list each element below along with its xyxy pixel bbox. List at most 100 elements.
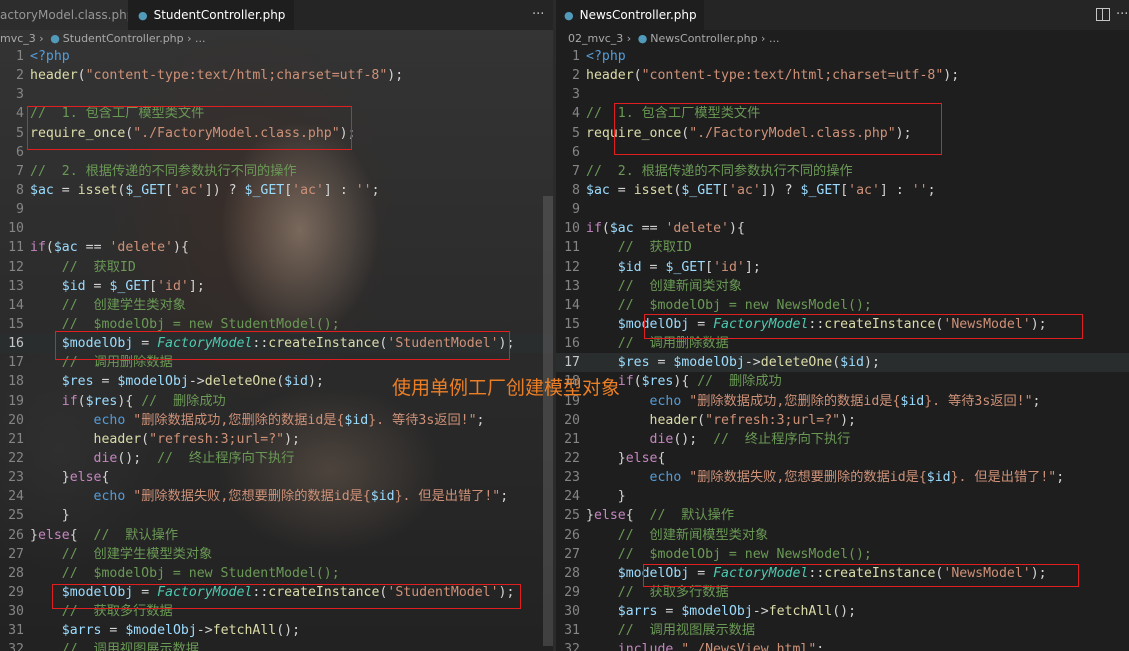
code-line[interactable]: 9	[556, 200, 1129, 219]
tab-factorymodel[interactable]: actoryModel.class.php	[0, 0, 128, 30]
code-line[interactable]: 17 $res = $modelObj->deleteOne($id);	[556, 353, 1129, 373]
code-line[interactable]: 16 // 调用删除数据	[556, 334, 1129, 353]
code-line[interactable]: 5 require_once("./FactoryModel.class.php"…	[556, 124, 1129, 143]
code-line[interactable]: 30 // 获取多行数据	[0, 602, 553, 621]
code-line[interactable]: 1 <?php	[0, 47, 553, 66]
code-editor[interactable]: 1 <?php 2 header("content-type:text/html;ch…	[0, 47, 553, 651]
line-number: 5	[572, 125, 580, 141]
code-line[interactable]: 25 }	[0, 506, 553, 525]
more-actions-icon[interactable]: ···	[532, 0, 544, 30]
scrollbar[interactable]	[543, 196, 553, 646]
code-line[interactable]: 8 $ac = isset($_GET['ac']) ? $_GET['ac'] …	[556, 181, 1129, 200]
code-line[interactable]: 12 $id = $_GET['id'];	[556, 258, 1129, 277]
code-token: }. 但是出错了!"	[950, 470, 1057, 486]
code-token: $id	[840, 355, 864, 371]
code-line[interactable]: 27 // 创建学生模型类对象	[0, 545, 553, 564]
code-line[interactable]: 29 // 获取多行数据	[556, 583, 1129, 602]
line-text: die(); // 终止程序向下执行	[586, 430, 851, 449]
tab-newscontroller[interactable]: ●NewsController.php✕	[556, 0, 704, 30]
code-line[interactable]: 29 $modelObj = FactoryModel::createInsta…	[0, 583, 553, 602]
code-line[interactable]: 20 header("refresh:3;url=?");	[556, 411, 1129, 430]
code-line[interactable]: 28 $modelObj = FactoryModel::createInsta…	[556, 564, 1129, 583]
code-line[interactable]: 17 // 调用删除数据	[0, 353, 553, 372]
line-text: // 创建新闻类对象	[586, 277, 742, 296]
code-line[interactable]: 3	[0, 85, 553, 104]
tab-studentcontroller[interactable]: ● StudentController.php ✕	[128, 0, 294, 30]
code-token: $modelObj	[617, 565, 690, 581]
code-line[interactable]: 22 die(); // 终止程序向下执行	[0, 449, 553, 468]
code-line[interactable]: 13 // 创建新闻类对象	[556, 277, 1129, 296]
code-line[interactable]: 10	[0, 219, 553, 238]
breadcrumb-symbol[interactable]: ...	[195, 32, 206, 45]
code-line[interactable]: 31 // 调用视图展示数据	[556, 621, 1129, 640]
code-line[interactable]: 18 if($res){ // 删除成功	[556, 372, 1129, 391]
code-line[interactable]: 10 if($ac == 'delete'){	[556, 219, 1129, 238]
code-token: ::	[252, 336, 269, 352]
code-line[interactable]: 24 }	[556, 487, 1129, 506]
code-token: );	[864, 355, 880, 371]
code-token: "./NewsView.html"	[681, 642, 817, 651]
code-line[interactable]: 7 // 2. 根据传递的不同参数执行不同的操作	[0, 162, 553, 181]
line-text: require_once("./FactoryModel.class.php")…	[586, 124, 912, 143]
code-line[interactable]: 22 }else{	[556, 449, 1129, 468]
code-line[interactable]: 14 // $modelObj = new NewsModel();	[556, 296, 1129, 315]
code-token: ''	[911, 182, 928, 198]
line-text: echo "删除数据失败,您想要删除的数据id是{$id}. 但是出错了!";	[586, 468, 1065, 487]
code-line[interactable]: 7 // 2. 根据传递的不同参数执行不同的操作	[556, 162, 1129, 181]
code-line[interactable]: 32 include "./NewsView.html";	[556, 640, 1129, 651]
code-line[interactable]: 6	[556, 143, 1129, 162]
code-line[interactable]: 26}else{ // 默认操作	[0, 526, 553, 545]
code-line[interactable]: 5 require_once("./FactoryModel.class.php"…	[0, 124, 553, 143]
code-line[interactable]: 28 // $modelObj = new StudentModel();	[0, 564, 553, 583]
line-text: $arrs = $modelObj->fetchAll();	[30, 621, 300, 640]
code-line[interactable]: 12 // 获取ID	[0, 258, 553, 277]
breadcrumb-symbol[interactable]: ...	[769, 32, 780, 45]
code-token: 'ac'	[292, 182, 324, 198]
breadcrumb-folder[interactable]: 02_mvc_3	[568, 32, 623, 45]
code-line[interactable]: 2 header("content-type:text/html;charset=…	[0, 66, 553, 85]
left-tab-bar: actoryModel.class.php ● StudentController…	[0, 0, 553, 30]
code-line[interactable]: 13 $id = $_GET['id'];	[0, 277, 553, 296]
code-line[interactable]: 3	[556, 85, 1129, 104]
more-actions-icon[interactable]: ···	[1116, 0, 1128, 30]
breadcrumb-folder[interactable]: mvc_3	[0, 32, 36, 45]
line-text: // 创建学生类对象	[30, 296, 186, 315]
code-line[interactable]: 25}else{ // 默认操作	[556, 506, 1129, 525]
code-token: $_GET	[800, 182, 841, 198]
code-line[interactable]: 1 <?php	[556, 47, 1129, 66]
line-text: require_once("./FactoryModel.class.php")…	[30, 124, 356, 143]
code-line[interactable]: 26 // 创建新闻模型类对象	[556, 526, 1129, 545]
breadcrumb-file[interactable]: StudentController.php	[63, 32, 184, 45]
breadcrumb-file[interactable]: NewsController.php	[650, 32, 757, 45]
code-line[interactable]: 2 header("content-type:text/html;charset=…	[556, 66, 1129, 85]
code-line[interactable]: 30 $arrs = $modelObj->fetchAll();	[556, 602, 1129, 621]
code-line[interactable]: 27 // $modelObj = new NewsModel();	[556, 545, 1129, 564]
code-line[interactable]: 23 echo "删除数据失败,您想要删除的数据id是{$id}. 但是出错了!…	[556, 468, 1129, 487]
code-line[interactable]: 9	[0, 200, 553, 219]
code-line[interactable]: 6	[0, 143, 553, 162]
close-icon[interactable]: ✕	[293, 8, 294, 23]
code-line[interactable]: 19 echo "删除数据成功,您删除的数据id是{$id}. 等待3s返回!"…	[556, 392, 1129, 411]
code-line[interactable]: 21 header("refresh:3;url=?");	[0, 430, 553, 449]
code-line[interactable]: 16 $modelObj = FactoryModel::createInsta…	[0, 334, 553, 354]
code-editor[interactable]: 1 <?php 2 header("content-type:text/html;ch…	[556, 47, 1129, 651]
code-line[interactable]: 23 }else{	[0, 468, 553, 487]
code-line[interactable]: 15 // $modelObj = new StudentModel();	[0, 315, 553, 334]
code-line[interactable]: 4 // 1. 包含工厂模型类文件	[0, 104, 553, 123]
code-line[interactable]: 14 // 创建学生类对象	[0, 296, 553, 315]
code-line[interactable]: 11 if($ac == 'delete'){	[0, 238, 553, 257]
code-line[interactable]: 24 echo "删除数据失败,您想要删除的数据id是{$id}. 但是出错了!…	[0, 487, 553, 506]
code-line[interactable]: 21 die(); // 终止程序向下执行	[556, 430, 1129, 449]
code-line[interactable]: 11 // 获取ID	[556, 238, 1129, 257]
code-line[interactable]: 31 $arrs = $modelObj->fetchAll();	[0, 621, 553, 640]
line-text: // 2. 根据传递的不同参数执行不同的操作	[586, 162, 853, 181]
code-line[interactable]: 8 $ac = isset($_GET['ac']) ? $_GET['ac'] …	[0, 181, 553, 200]
code-token: [	[149, 278, 158, 294]
code-line[interactable]: 32 // 调用视图展示数据	[0, 640, 553, 651]
split-editor-icon[interactable]	[1096, 8, 1110, 21]
code-line[interactable]: 20 echo "删除数据成功,您删除的数据id是{$id}. 等待3s返回!"…	[0, 411, 553, 430]
code-line[interactable]: 4 // 1. 包含工厂模型类文件	[556, 104, 1129, 123]
code-line[interactable]: 15 $modelObj = FactoryModel::createInsta…	[556, 315, 1129, 334]
